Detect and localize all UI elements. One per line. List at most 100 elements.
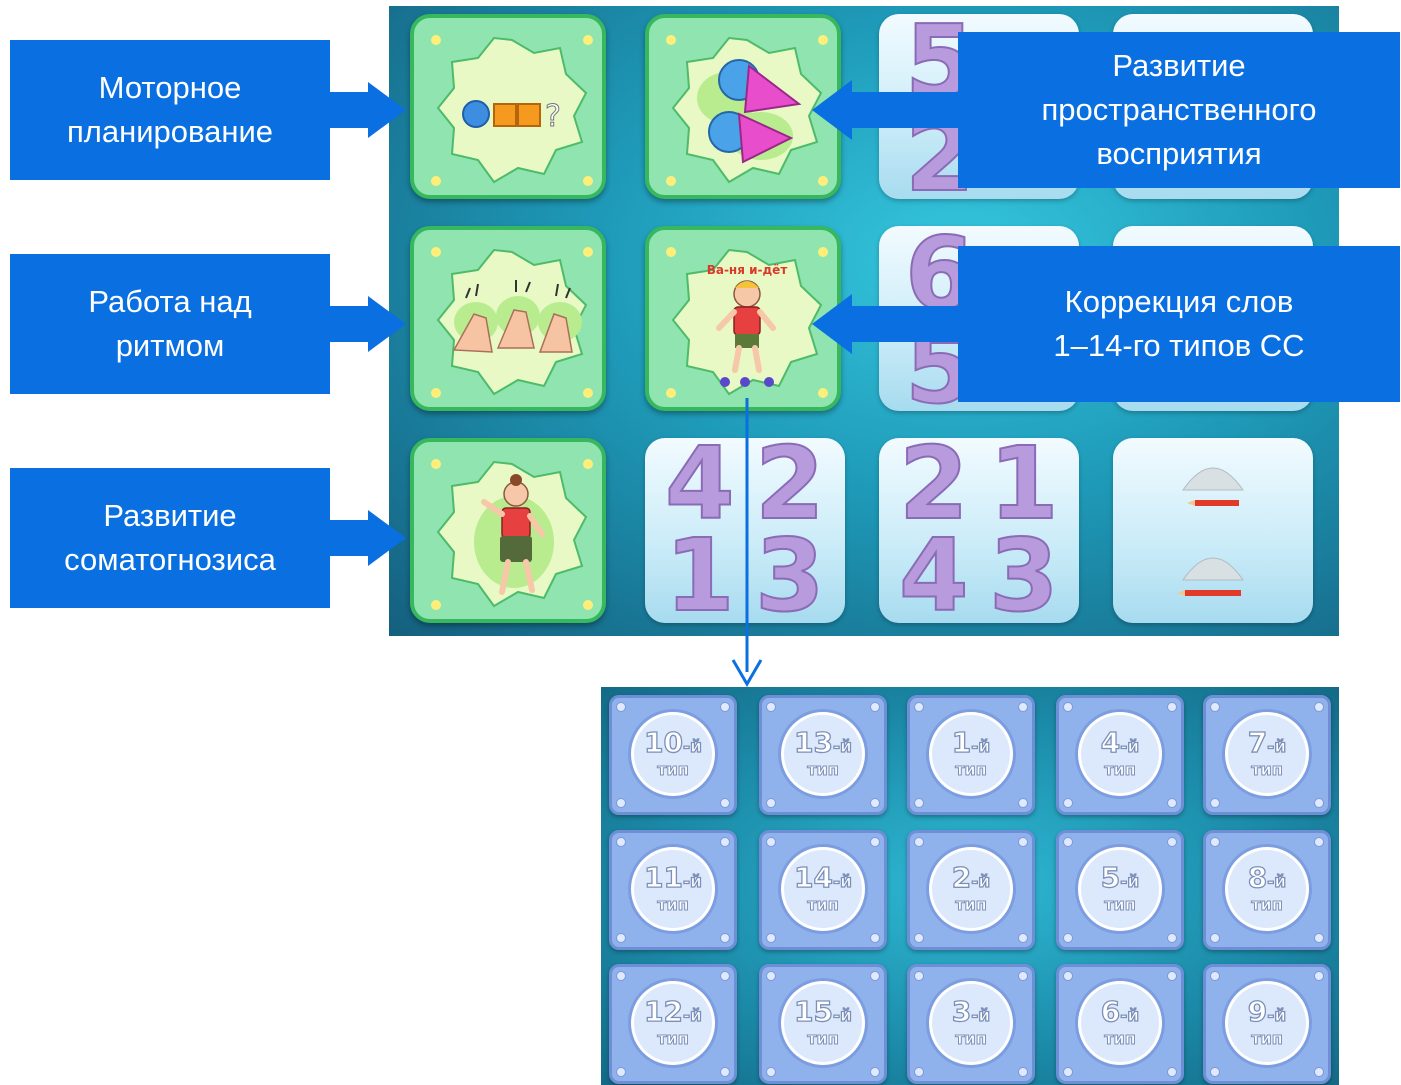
type-card[interactable]: 12-й тип xyxy=(609,964,737,1084)
type-badge: 5-й тип xyxy=(1078,847,1162,931)
type-badge: 1-й тип xyxy=(929,712,1013,796)
type-card[interactable]: 2-й тип xyxy=(907,830,1035,950)
type-number: 10 xyxy=(643,726,683,759)
digit: 3 xyxy=(754,517,826,624)
type-word: тип xyxy=(657,895,690,914)
type-suffix: -й xyxy=(1267,1005,1287,1026)
number-card[interactable]: 2 1 4 3 xyxy=(879,438,1079,623)
vanya-caption: Ва-ня и-дёт xyxy=(707,263,788,277)
pencil-task-card[interactable] xyxy=(1113,438,1313,623)
type-suffix: -й xyxy=(971,871,991,892)
type-card[interactable]: 7-й тип xyxy=(1203,695,1331,815)
type-card[interactable]: 11-й тип xyxy=(609,830,737,950)
type-number: 13 xyxy=(793,726,833,759)
type-word: тип xyxy=(955,760,988,779)
label-line: пространственного xyxy=(1041,92,1317,127)
type-card[interactable]: 13-й тип xyxy=(759,695,887,815)
type-word: тип xyxy=(955,895,988,914)
type-word: тип xyxy=(1251,760,1284,779)
type-suffix: -й xyxy=(682,871,702,892)
shapes-icon xyxy=(666,35,828,186)
type-number: 4 xyxy=(1100,726,1121,759)
clapping-hands-icon xyxy=(431,247,593,398)
label-line: ритмом xyxy=(115,328,225,363)
type-card[interactable]: 1-й тип xyxy=(907,695,1035,815)
type-number: 12 xyxy=(643,995,683,1028)
type-badge: 14-й тип xyxy=(781,847,865,931)
type-number: 3 xyxy=(951,995,972,1028)
somatognosis-card[interactable] xyxy=(410,438,606,623)
label-line: Работа над xyxy=(88,284,252,319)
type-word: тип xyxy=(1104,760,1137,779)
type-number: 7 xyxy=(1247,726,1268,759)
type-badge: 12-й тип xyxy=(631,981,715,1065)
type-card[interactable]: 3-й тип xyxy=(907,964,1035,1084)
label-line: восприятия xyxy=(1096,136,1262,171)
type-badge: 3-й тип xyxy=(929,981,1013,1065)
motor-planning-card[interactable]: ? xyxy=(410,14,606,199)
label-line: Развитие xyxy=(1112,48,1246,83)
type-card[interactable]: 9-й тип xyxy=(1203,964,1331,1084)
type-word: тип xyxy=(807,760,840,779)
digit: 1 xyxy=(664,517,736,624)
type-number: 2 xyxy=(951,861,972,894)
rhythm-card[interactable] xyxy=(410,226,606,411)
type-word: тип xyxy=(1104,895,1137,914)
label-rhythm: Работа над ритмом xyxy=(10,254,330,394)
type-suffix: -й xyxy=(682,1005,702,1026)
label-line: планирование xyxy=(66,114,274,149)
type-badge: 7-й тип xyxy=(1225,712,1309,796)
motor-planning-icon: ? xyxy=(431,35,593,186)
type-suffix: -й xyxy=(1120,871,1140,892)
label-spatial-perception: Развитие пространственного восприятия xyxy=(958,32,1400,188)
type-word: тип xyxy=(1251,895,1284,914)
spatial-perception-card[interactable] xyxy=(645,14,841,199)
type-number: 6 xyxy=(1100,995,1121,1028)
type-suffix: -й xyxy=(832,871,852,892)
type-card[interactable]: 5-й тип xyxy=(1056,830,1184,950)
number-card[interactable]: 4 2 1 3 xyxy=(645,438,845,623)
digit: 4 xyxy=(898,517,970,624)
type-suffix: -й xyxy=(682,736,702,757)
label-line: Моторное xyxy=(98,70,242,105)
label-line: соматогнозиса xyxy=(64,542,276,577)
type-suffix: -й xyxy=(1267,871,1287,892)
label-motor-planning: Моторное планирование xyxy=(10,40,330,180)
type-word: тип xyxy=(807,895,840,914)
type-number: 5 xyxy=(1100,861,1121,894)
type-badge: 15-й тип xyxy=(781,981,865,1065)
type-suffix: -й xyxy=(1120,736,1140,757)
type-selection-grid: 10-й тип 13-й тип 1-й тип 4-й тип 7-й ти… xyxy=(601,687,1339,1085)
label-line: Коррекция слов xyxy=(1064,284,1294,319)
type-number: 8 xyxy=(1247,861,1268,894)
type-number: 9 xyxy=(1247,995,1268,1028)
type-word: тип xyxy=(1104,1029,1137,1048)
arrow-down-icon xyxy=(731,659,763,687)
type-card[interactable]: 6-й тип xyxy=(1056,964,1184,1084)
label-word-correction: Коррекция слов 1–14-го типов СС xyxy=(958,246,1400,402)
type-card[interactable]: 4-й тип xyxy=(1056,695,1184,815)
type-card[interactable]: 15-й тип xyxy=(759,964,887,1084)
type-number: 11 xyxy=(643,861,683,894)
type-card[interactable]: 8-й тип xyxy=(1203,830,1331,950)
type-word: тип xyxy=(657,760,690,779)
type-word: тип xyxy=(807,1029,840,1048)
type-word: тип xyxy=(955,1029,988,1048)
type-badge: 6-й тип xyxy=(1078,981,1162,1065)
label-somatognosis: Развитие соматогнозиса xyxy=(10,468,330,608)
type-suffix: -й xyxy=(1267,736,1287,757)
word-correction-card[interactable]: Ва-ня и-дёт xyxy=(645,226,841,411)
type-suffix: -й xyxy=(1120,1005,1140,1026)
type-badge: 4-й тип xyxy=(1078,712,1162,796)
boy-walking-icon: Ва-ня и-дёт xyxy=(666,247,828,398)
type-suffix: -й xyxy=(971,1005,991,1026)
type-badge: 11-й тип xyxy=(631,847,715,931)
type-number: 14 xyxy=(793,861,833,894)
type-badge: 10-й тип xyxy=(631,712,715,796)
type-word: тип xyxy=(657,1029,690,1048)
type-card[interactable]: 14-й тип xyxy=(759,830,887,950)
type-card[interactable]: 10-й тип xyxy=(609,695,737,815)
type-badge: 13-й тип xyxy=(781,712,865,796)
type-number: 1 xyxy=(951,726,972,759)
pencil-icon xyxy=(1177,467,1244,596)
